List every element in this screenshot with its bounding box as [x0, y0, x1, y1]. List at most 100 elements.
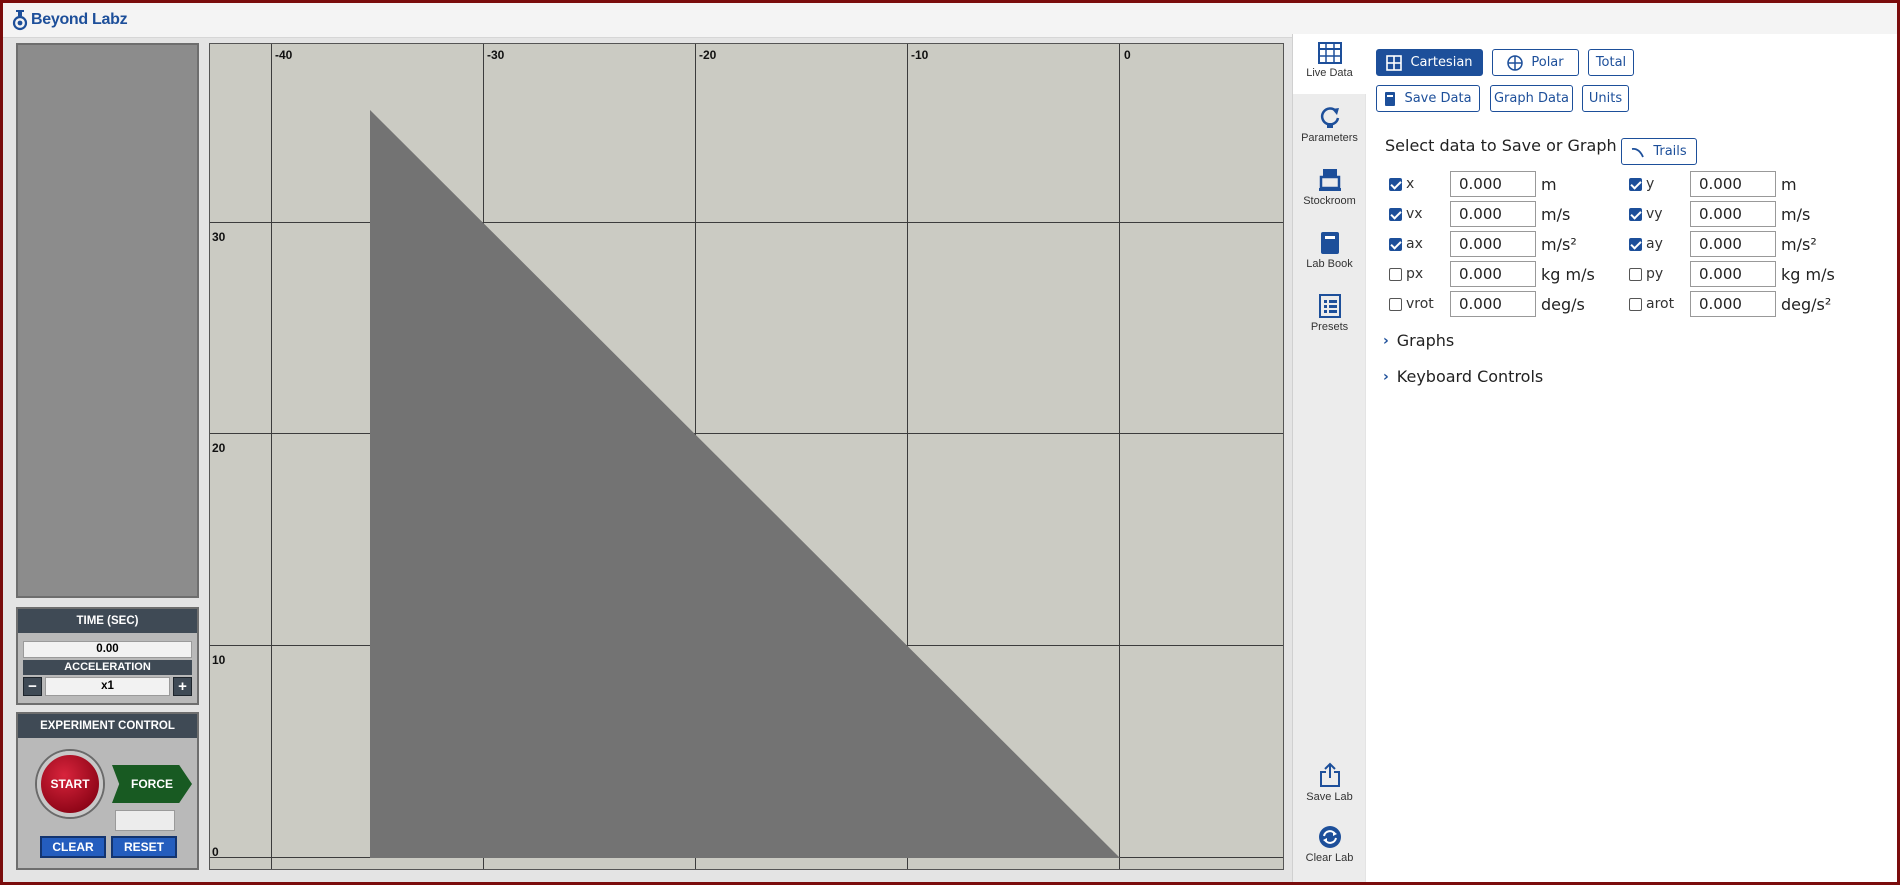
tab-stockroom[interactable]: Stockroom [1293, 160, 1366, 220]
data-checkbox[interactable] [1389, 237, 1402, 251]
start-button[interactable]: START [37, 751, 103, 817]
acceleration-title: ACCELERATION [23, 660, 192, 675]
data-row: ax 0.000 m/s² [1389, 231, 1577, 257]
tab-label: Clear Lab [1305, 852, 1354, 864]
tab-parameters[interactable]: Parameters [1293, 97, 1366, 157]
trails-label: Trails [1653, 143, 1687, 159]
parameters-icon [1320, 107, 1339, 128]
data-unit: deg/s² [1781, 294, 1832, 314]
header-bar: Beyond Labz [3, 3, 1897, 38]
data-unit: m/s² [1781, 234, 1817, 254]
presets-icon [1318, 294, 1341, 318]
grid-icon [1386, 54, 1403, 71]
data-value-field[interactable]: 0.000 [1450, 201, 1536, 227]
time-panel: TIME (SEC) 0.00 ACCELERATION − x1 + [16, 607, 199, 705]
polar-button[interactable]: Polar [1492, 49, 1579, 76]
data-row: vrot 0.000 deg/s [1389, 291, 1585, 317]
graph-data-button[interactable]: Graph Data [1490, 85, 1573, 112]
acceleration-display: x1 [45, 677, 170, 696]
tab-lab-book[interactable]: Lab Book [1293, 223, 1366, 283]
force-input[interactable] [115, 810, 175, 831]
app-window: Beyond Labz TIME (SEC) 0.00 ACCELERATION… [3, 3, 1897, 882]
save-data-label: Save Data [1404, 90, 1472, 106]
data-checkbox[interactable] [1389, 267, 1402, 281]
clear-lab-button[interactable]: Clear Lab [1293, 817, 1366, 877]
polar-label: Polar [1531, 54, 1564, 70]
data-label: vy [1646, 206, 1663, 222]
acceleration-decrease-button[interactable]: − [23, 677, 42, 696]
data-checkbox[interactable] [1629, 207, 1642, 221]
table-icon [1317, 42, 1342, 64]
trails-button[interactable]: Trails [1621, 138, 1697, 165]
cartesian-button[interactable]: Cartesian [1376, 49, 1483, 76]
data-value-field[interactable]: 0.000 [1690, 231, 1776, 257]
chevron-right-icon: › [1383, 368, 1389, 385]
force-button[interactable]: FORCE [112, 765, 192, 803]
graphs-expander[interactable]: › Graphs [1383, 331, 1454, 350]
keyboard-controls-expander[interactable]: › Keyboard Controls [1383, 367, 1543, 386]
data-checkbox[interactable] [1389, 297, 1402, 311]
data-value-field[interactable]: 0.000 [1690, 261, 1776, 287]
brand-logo[interactable]: Beyond Labz [12, 9, 128, 31]
tab-live-data[interactable]: Live Data [1293, 34, 1366, 94]
data-unit: m/s [1781, 204, 1811, 224]
tab-label: Lab Book [1306, 258, 1353, 270]
clear-button[interactable]: CLEAR [40, 836, 106, 858]
data-checkbox[interactable] [1629, 237, 1642, 251]
data-label: vrot [1406, 296, 1434, 312]
experiment-control-panel: EXPERIMENT CONTROL START FORCE CLEAR RES… [16, 712, 199, 870]
data-value-field[interactable]: 0.000 [1690, 291, 1776, 317]
curve-icon [1632, 147, 1645, 157]
acceleration-increase-button[interactable]: + [173, 677, 192, 696]
data-unit: deg/s [1541, 294, 1585, 314]
x-axis-label: -40 [275, 48, 293, 62]
acceleration-control: − x1 + [23, 677, 192, 696]
data-row: y 0.000 m [1629, 171, 1797, 197]
data-unit: m [1781, 174, 1797, 194]
save-lab-button[interactable]: Save Lab [1293, 754, 1366, 814]
data-row: x 0.000 m [1389, 171, 1557, 197]
data-label: px [1406, 266, 1424, 282]
data-checkbox[interactable] [1389, 177, 1402, 191]
data-value-field[interactable]: 0.000 [1450, 231, 1536, 257]
x-axis-label: -10 [911, 48, 929, 62]
data-checkbox[interactable] [1629, 267, 1642, 281]
data-value-field[interactable]: 0.000 [1690, 171, 1776, 197]
data-label: ay [1646, 236, 1663, 252]
tab-presets[interactable]: Presets [1293, 286, 1366, 346]
y-axis-label: 30 [212, 230, 226, 244]
total-button[interactable]: Total [1588, 49, 1634, 76]
side-tab-bar: Live Data Parameters Stockroom Lab Book … [1292, 34, 1366, 882]
crosshair-icon [1507, 54, 1524, 71]
data-value-field[interactable]: 0.000 [1450, 171, 1536, 197]
data-row: py 0.000 kg m/s [1629, 261, 1835, 287]
chevron-right-icon: › [1383, 332, 1389, 349]
data-label: arot [1646, 296, 1675, 312]
data-row: vx 0.000 m/s [1389, 201, 1570, 227]
reset-button[interactable]: RESET [111, 836, 177, 858]
simulation-graph[interactable]: -40 -30 -20 -10 0 30 20 10 0 [209, 43, 1284, 870]
tab-label: Presets [1310, 321, 1349, 333]
x-axis-label: -20 [699, 48, 717, 62]
share-icon [1319, 762, 1340, 787]
data-value-field[interactable]: 0.000 [1450, 291, 1536, 317]
data-checkbox[interactable] [1629, 177, 1642, 191]
incline-ramp[interactable] [210, 44, 1284, 870]
data-checkbox[interactable] [1389, 207, 1402, 221]
data-value-field[interactable]: 0.000 [1450, 261, 1536, 287]
book-icon [1385, 91, 1396, 106]
cartesian-label: Cartesian [1410, 54, 1473, 70]
data-unit: m/s [1541, 204, 1571, 224]
graphs-label: Graphs [1396, 331, 1455, 350]
stockroom-icon [1318, 169, 1341, 191]
tab-label: Stockroom [1303, 195, 1356, 207]
data-unit: kg m/s [1541, 264, 1595, 284]
data-unit: kg m/s [1781, 264, 1835, 284]
save-data-button[interactable]: Save Data [1376, 85, 1480, 112]
data-checkbox[interactable] [1629, 297, 1642, 311]
data-unit: m/s² [1541, 234, 1577, 254]
data-value-field[interactable]: 0.000 [1690, 201, 1776, 227]
tab-label: Live Data [1306, 67, 1353, 79]
time-title: TIME (SEC) [18, 609, 197, 633]
units-button[interactable]: Units [1582, 85, 1629, 112]
